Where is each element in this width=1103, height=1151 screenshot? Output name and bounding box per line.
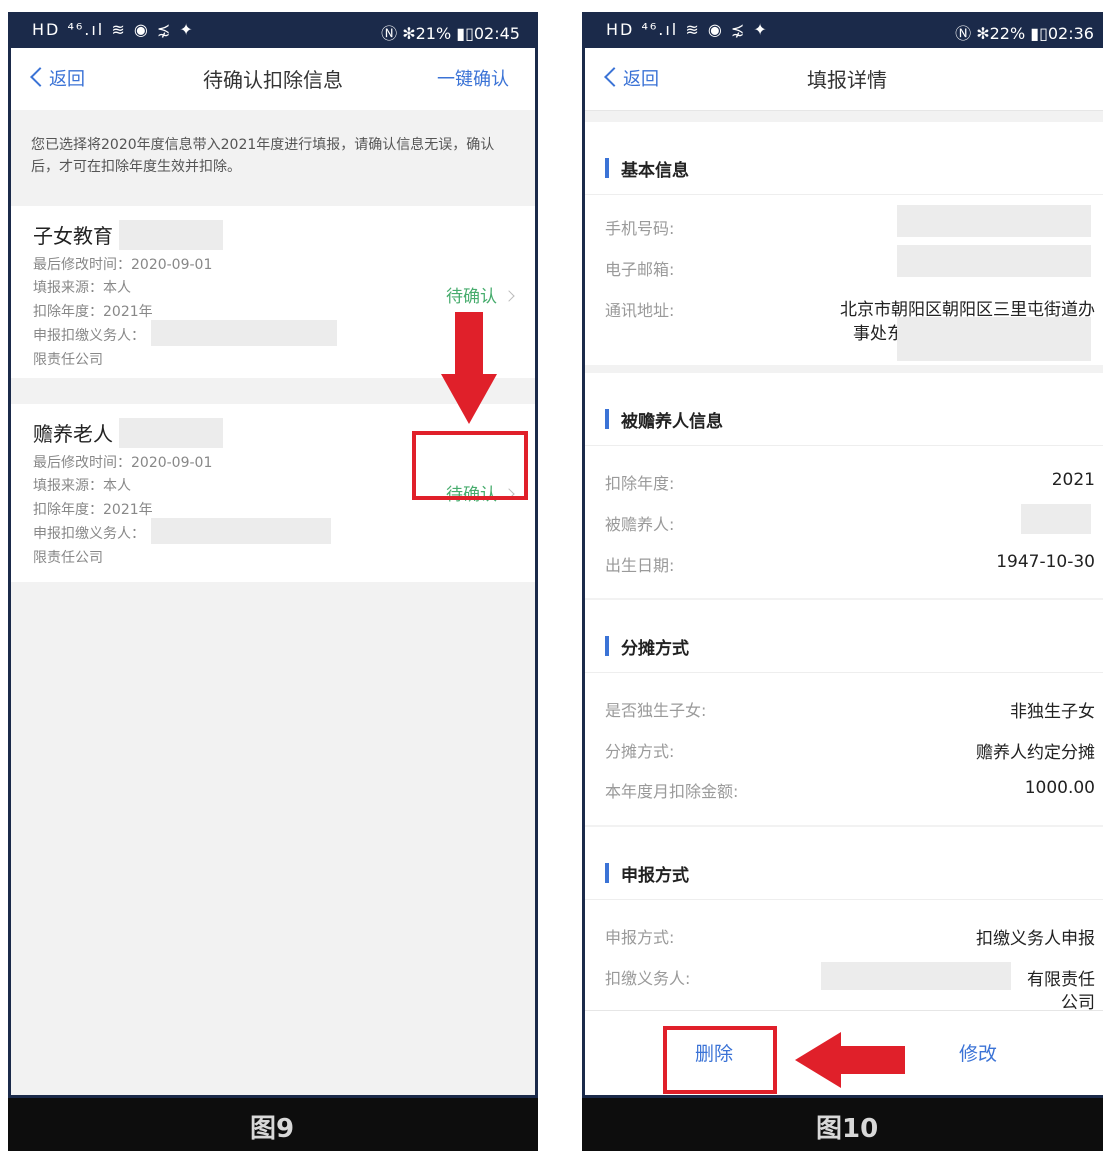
company-suffix: 限责任公司	[33, 352, 103, 368]
redacted-block	[897, 245, 1091, 277]
birth-label: 出生日期:	[605, 556, 675, 575]
phone-screenshot-left: HD ⁴⁶.ıl ≋ ◉ ⋨ ✦ Ⓝ ✻21% ▮▯02:45 返回 待确认扣除…	[8, 12, 538, 1098]
status-icons: HD ⁴⁶.ıl ≋ ◉ ⋨ ✦	[606, 20, 769, 39]
status-bar: HD ⁴⁶.ıl ≋ ◉ ⋨ ✦ Ⓝ ✻21% ▮▯02:45	[8, 12, 538, 48]
highlight-box	[663, 1026, 777, 1094]
method-label: 分摊方式:	[605, 742, 675, 761]
card-title: 赡养老人	[33, 422, 113, 446]
report-method-value: 扣缴义务人申报	[976, 929, 1095, 949]
section-title: 申报方式	[621, 866, 689, 886]
redacted-block	[897, 317, 1091, 361]
basic-info-body: 手机号码: 电子邮箱: 通讯地址: 北京市朝阳区朝阳区三里屯街道办 事处东大	[585, 195, 1103, 365]
edit-button[interactable]: 修改	[959, 1039, 997, 1066]
section-marker	[605, 158, 609, 178]
only-child-label: 是否独生子女:	[605, 701, 707, 720]
pending-label: 待确认	[446, 287, 497, 307]
phone-screenshot-right: HD ⁴⁶.ıl ≋ ◉ ⋨ ✦ Ⓝ ✻22% ▮▯02:36 返回 填报详情 …	[582, 12, 1103, 1098]
agent-label: 扣缴义务人:	[605, 969, 691, 988]
year-value: 2021	[1051, 470, 1095, 490]
year-label: 扣除年度:	[605, 474, 675, 493]
address-label: 通讯地址:	[605, 301, 675, 320]
agent-line1: 有限责任	[1027, 970, 1095, 990]
down-arrow-icon	[441, 312, 497, 424]
status-battery-time: Ⓝ ✻21% ▮▯02:45	[381, 24, 520, 43]
deduction-year: 扣除年度：2021年	[33, 304, 153, 320]
company-suffix: 限责任公司	[33, 550, 103, 566]
section-marker	[605, 863, 609, 883]
section-split-method: 分摊方式	[585, 600, 1103, 673]
redacted-block	[897, 205, 1091, 237]
supported-person-label: 被赡养人:	[605, 515, 675, 534]
section-report-method: 申报方式	[585, 827, 1103, 900]
section-supported-person: 被赡养人信息	[585, 373, 1103, 446]
redacted-block	[151, 320, 337, 346]
pending-confirm-link[interactable]: 待确认	[446, 282, 515, 307]
nav-bar: 返回 待确认扣除信息 一键确认	[11, 48, 535, 111]
section-marker	[605, 636, 609, 656]
redacted-block	[1021, 504, 1091, 534]
status-icons: HD ⁴⁶.ıl ≋ ◉ ⋨ ✦	[32, 20, 195, 39]
withholding-agent: 申报扣缴义务人：	[33, 526, 145, 542]
redacted-block	[119, 418, 223, 448]
modified-time: 最后修改时间：2020-09-01	[33, 455, 213, 471]
app-screen: 返回 待确认扣除信息 一键确认 您已选择将2020年度信息带入2021年度进行填…	[11, 48, 535, 1095]
deduction-year: 扣除年度：2021年	[33, 502, 153, 518]
amount-label: 本年度月扣除金额:	[605, 782, 739, 801]
redacted-block	[151, 518, 331, 544]
method-value: 赡养人约定分摊	[976, 743, 1095, 763]
highlight-box	[412, 431, 528, 500]
fill-source: 填报来源：本人	[33, 280, 131, 296]
section-title: 基本信息	[621, 161, 689, 181]
confirm-all-button[interactable]: 一键确认	[437, 65, 509, 91]
chevron-right-icon	[503, 290, 515, 302]
status-battery-time: Ⓝ ✻22% ▮▯02:36	[955, 24, 1094, 43]
notice-text: 您已选择将2020年度信息带入2021年度进行填报，请确认信息无误，确认后，才可…	[11, 110, 535, 190]
figure-caption-left: 图9	[250, 1114, 295, 1144]
report-method-label: 申报方式:	[605, 928, 675, 947]
section-title: 被赡养人信息	[621, 412, 723, 432]
section-title: 分摊方式	[621, 639, 689, 659]
amount-value: 1000.00	[1024, 778, 1095, 798]
fill-source: 填报来源：本人	[33, 478, 131, 494]
split-method-body: 是否独生子女: 非独生子女 分摊方式: 赡养人约定分摊 本年度月扣除金额: 10…	[585, 673, 1103, 825]
email-label: 电子邮箱:	[605, 260, 675, 279]
only-child-value: 非独生子女	[1010, 702, 1095, 722]
page-title: 填报详情	[807, 68, 887, 92]
redacted-block	[821, 962, 1011, 990]
figure-caption-right: 图10	[816, 1114, 879, 1144]
nav-bar: 返回 填报详情	[585, 48, 1103, 111]
supported-person-body: 扣除年度: 2021 被赡养人: 出生日期: 1947-10-30	[585, 446, 1103, 598]
withholding-agent: 申报扣缴义务人：	[33, 328, 145, 344]
app-screen: 返回 填报详情 基本信息 手机号码: 电子邮箱: 通讯地址: 北京市朝阳区朝阳区…	[585, 48, 1103, 1095]
card-title: 子女教育	[33, 224, 113, 248]
status-bar: HD ⁴⁶.ıl ≋ ◉ ⋨ ✦ Ⓝ ✻22% ▮▯02:36	[582, 12, 1103, 48]
modified-time: 最后修改时间：2020-09-01	[33, 257, 213, 273]
redacted-block	[119, 220, 223, 250]
section-marker	[605, 409, 609, 429]
section-basic-info: 基本信息	[585, 122, 1103, 195]
left-arrow-icon	[795, 1032, 905, 1088]
report-method-body: 申报方式: 扣缴义务人申报 扣缴义务人: 有限责任 公司	[585, 900, 1103, 1018]
phone-label: 手机号码:	[605, 219, 675, 238]
birth-value: 1947-10-30	[996, 552, 1095, 572]
